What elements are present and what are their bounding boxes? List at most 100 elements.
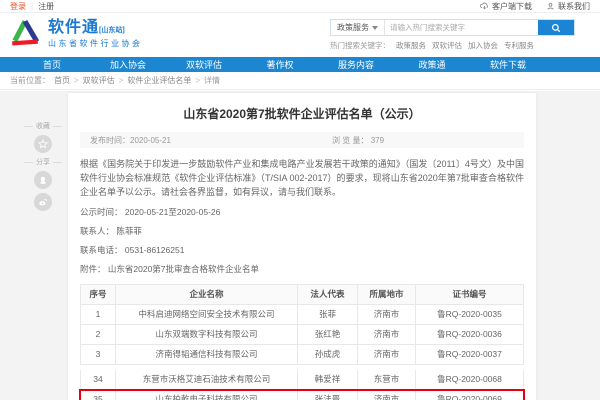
search-category-dropdown[interactable]: 政策服务 <box>331 20 385 35</box>
col-header-city: 所属地市 <box>358 284 416 305</box>
cell-city: 东营市 <box>358 370 416 390</box>
breadcrumb-current: 详情 <box>204 75 220 86</box>
breadcrumb-home[interactable]: 首页 <box>54 75 70 86</box>
cell-city: 济南市 <box>358 345 416 365</box>
contact-us-label: 联系我们 <box>558 1 590 12</box>
nav-item-download[interactable]: 软件下载 <box>470 58 546 71</box>
table-row: 2 山东双端数字科技有限公司 张红艳 济南市 鲁RQ-2020-0036 <box>80 325 524 345</box>
page: 登录 | 注册 客户端下载 联系我们 软件通 [山东站] <box>0 0 600 400</box>
weibo-icon[interactable] <box>34 193 52 211</box>
article-meta: 发布时间： 2020-05-21 浏 览 量： 379 <box>80 132 524 148</box>
share-tools: 收藏 分享 <box>24 117 62 215</box>
contact-label: 联系人： <box>80 226 114 236</box>
nav-item-join[interactable]: 加入协会 <box>90 58 166 71</box>
hot-keyword-join[interactable]: 加入协会 <box>468 40 498 51</box>
client-download-link[interactable]: 客户端下载 <box>480 1 532 12</box>
contact-us-link[interactable]: 联系我们 <box>546 1 590 12</box>
cell-no: 1 <box>80 305 116 325</box>
cell-cert: 鲁RQ-2020-0035 <box>416 305 524 325</box>
divider: | <box>31 2 33 11</box>
enterprise-table: 序号 企业名称 法人代表 所属地市 证书编号 1 中科启迪网络空间安全技术有限公… <box>80 284 524 400</box>
breadcrumb-label: 当前位置： <box>10 75 50 86</box>
top-utility-bar: 登录 | 注册 客户端下载 联系我们 <box>0 0 600 13</box>
cell-cert: 鲁RQ-2020-0069 <box>416 390 524 400</box>
contact-person-line: 联系人： 陈菲菲 <box>80 225 524 237</box>
cell-cert: 鲁RQ-2020-0037 <box>416 345 524 365</box>
col-header-cert: 证书编号 <box>416 284 524 305</box>
publicity-period-line: 公示时间： 2020-05-21至2020-05-26 <box>80 206 524 218</box>
publicity-value: 2020-05-21至2020-05-26 <box>125 207 220 217</box>
nav-item-services[interactable]: 服务内容 <box>318 58 394 71</box>
table-row: 1 中科启迪网络空间安全技术有限公司 张菲 济南市 鲁RQ-2020-0035 <box>80 305 524 325</box>
hot-keyword-policy[interactable]: 政策服务 <box>396 40 426 51</box>
hot-keyword-shuangruan[interactable]: 双软评估 <box>432 40 462 51</box>
table-row-highlighted: 35 山东柏乾电子科技有限公司 张法晋 济南市 鲁RQ-2020-0069 <box>80 390 524 400</box>
col-header-legal: 法人代表 <box>298 284 358 305</box>
search-category-label: 政策服务 <box>337 22 369 33</box>
cell-no: 2 <box>80 325 116 345</box>
cell-city: 济南市 <box>358 305 416 325</box>
cell-company: 中科启迪网络空间安全技术有限公司 <box>116 305 298 325</box>
search-button[interactable] <box>538 20 574 35</box>
cell-legal: 韩爱祥 <box>298 370 358 390</box>
attachment-link[interactable]: 山东省2020第7批审查合格软件企业名单 <box>108 264 259 274</box>
nav-item-policy[interactable]: 政策通 <box>394 58 470 71</box>
cell-legal: 张红艳 <box>298 325 358 345</box>
table-row: 34 东营市沃格艾迪石油技术有限公司 韩爱祥 东营市 鲁RQ-2020-0068 <box>80 370 524 390</box>
breadcrumb: 当前位置： 首页 > 双软评估 > 软件企业评估名单 > 详情 <box>0 72 600 90</box>
nav-item-copyright[interactable]: 著作权 <box>242 58 318 71</box>
table-row: 3 济南得韬通信科技有限公司 孙成虎 济南市 鲁RQ-2020-0037 <box>80 345 524 365</box>
register-link[interactable]: 注册 <box>38 1 54 12</box>
table-header-row: 序号 企业名称 法人代表 所属地市 证书编号 <box>80 284 524 305</box>
cell-legal: 张法晋 <box>298 390 358 400</box>
attachment-line: 附件： 山东省2020第7批审查合格软件企业名单 <box>80 263 524 275</box>
search-area: 政策服务 热门搜索关键字： 政策服务 双软评估 加入协会 专利服务 <box>330 19 575 51</box>
cloud-download-icon <box>480 2 489 11</box>
nav-item-shuangruan[interactable]: 双软评估 <box>166 58 242 71</box>
col-header-no: 序号 <box>80 284 116 305</box>
breadcrumb-list[interactable]: 软件企业评估名单 <box>127 75 191 86</box>
breadcrumb-separator: > <box>119 76 124 85</box>
favorite-label: 收藏 <box>24 121 62 131</box>
breadcrumb-separator: > <box>74 76 79 85</box>
cell-company: 山东柏乾电子科技有限公司 <box>116 390 298 400</box>
search-icon <box>551 23 561 33</box>
article-paragraph: 根据《国务院关于印发进一步鼓励软件产业和集成电路产业发展若干政策的通知》（国发〔… <box>80 157 524 199</box>
site-logo[interactable]: 软件通 [山东站] 山东省软件行业协会 <box>8 17 143 51</box>
cell-company: 东营市沃格艾迪石油技术有限公司 <box>116 370 298 390</box>
cell-city: 济南市 <box>358 325 416 345</box>
breadcrumb-separator: > <box>195 76 200 85</box>
contact-value: 陈菲菲 <box>116 226 142 236</box>
publish-time-value: 2020-05-21 <box>130 136 171 145</box>
search-input[interactable] <box>385 20 538 35</box>
hot-keyword-patent[interactable]: 专利服务 <box>504 40 534 51</box>
login-link[interactable]: 登录 <box>10 1 26 12</box>
main-nav: 首页 加入协会 双软评估 著作权 服务内容 政策通 软件下载 <box>0 57 600 72</box>
main-area: 收藏 分享 山东省2020第7批软件企业评估名单（公示） 发布时间： 2020-… <box>0 91 600 400</box>
chevron-down-icon <box>372 26 378 30</box>
cell-company: 济南得韬通信科技有限公司 <box>116 345 298 365</box>
share-label: 分享 <box>24 157 62 167</box>
breadcrumb-shuangruan[interactable]: 双软评估 <box>83 75 115 86</box>
phone-label: 联系电话： <box>80 245 123 255</box>
page-title: 山东省2020第7批软件企业评估名单（公示） <box>80 105 524 122</box>
contact-phone-line: 联系电话： 0531-86126251 <box>80 244 524 256</box>
attachment-label: 附件： <box>80 264 106 274</box>
nav-item-home[interactable]: 首页 <box>14 58 90 71</box>
views-value: 379 <box>371 136 384 145</box>
cell-no: 34 <box>80 370 116 390</box>
qq-icon[interactable] <box>34 171 52 189</box>
cell-city: 济南市 <box>358 390 416 400</box>
views-label: 浏 览 量： <box>332 136 368 145</box>
cell-cert: 鲁RQ-2020-0068 <box>416 370 524 390</box>
phone-value: 0531-86126251 <box>125 245 185 255</box>
col-header-company: 企业名称 <box>116 284 298 305</box>
star-icon[interactable] <box>34 135 52 153</box>
hot-keywords-label: 热门搜索关键字： <box>330 40 390 51</box>
cell-legal: 张菲 <box>298 305 358 325</box>
cell-cert: 鲁RQ-2020-0036 <box>416 325 524 345</box>
pinwheel-logo-icon <box>8 17 42 51</box>
cell-no: 3 <box>80 345 116 365</box>
cell-company: 山东双端数字科技有限公司 <box>116 325 298 345</box>
hot-keywords: 热门搜索关键字： 政策服务 双软评估 加入协会 专利服务 <box>330 40 575 51</box>
